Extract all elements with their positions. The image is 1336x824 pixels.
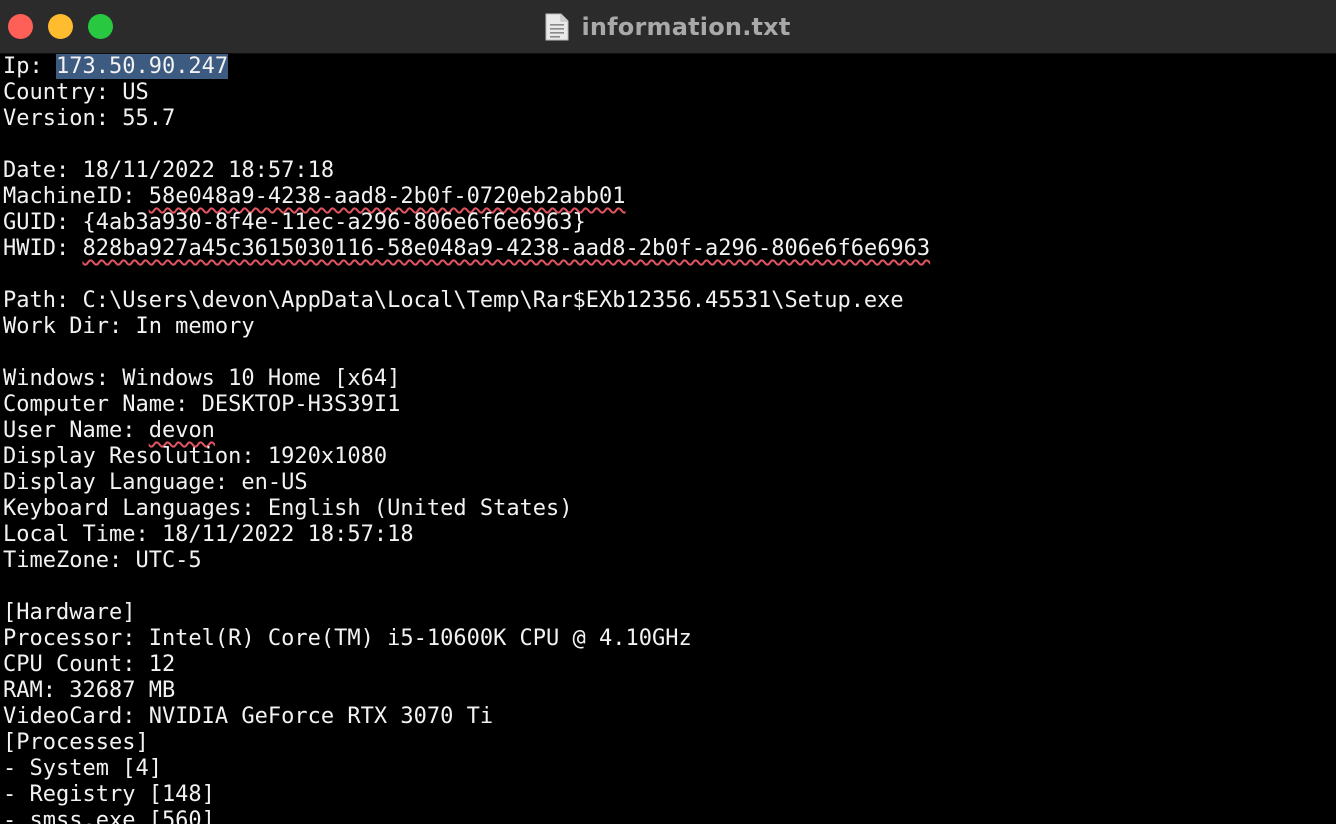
processor-line: Processor: Intel(R) Core(TM) i5-10600K C… bbox=[3, 626, 692, 651]
text-document-icon bbox=[545, 13, 569, 41]
hwid-line: HWID: 828ba927a45c3615030116-58e048a9-42… bbox=[3, 236, 1336, 262]
user-name-label: User Name: bbox=[3, 418, 149, 443]
hwid-value: 828ba927a45c3615030116-58e048a9-4238-aad… bbox=[82, 236, 931, 261]
window-title: information.txt bbox=[581, 13, 791, 41]
guid-line: GUID: {4ab3a930-8f4e-11ec-a296-806e6f6e6… bbox=[3, 210, 586, 235]
version-line: Version: 55.7 bbox=[3, 106, 176, 131]
processes-header: [Processes] bbox=[3, 730, 149, 755]
cpu-count-line: CPU Count: 12 bbox=[3, 652, 176, 677]
country-line: Country: US bbox=[3, 80, 149, 105]
machine-id-label: MachineID: bbox=[3, 184, 149, 209]
ram-line: RAM: 32687 MB bbox=[3, 678, 176, 703]
machine-id-line: MachineID: 58e048a9-4238-aad8-2b0f-0720e… bbox=[3, 184, 1336, 210]
display-resolution-line: Display Resolution: 1920x1080 bbox=[3, 444, 388, 469]
process-item: - System [4] bbox=[3, 756, 162, 781]
windows-line: Windows: Windows 10 Home [x64] bbox=[3, 366, 401, 391]
process-item: - Registry [148] bbox=[3, 782, 215, 807]
keyboard-languages-line: Keyboard Languages: English (United Stat… bbox=[3, 496, 573, 521]
date-line: Date: 18/11/2022 18:57:18 bbox=[3, 158, 335, 183]
videocard-line: VideoCard: NVIDIA GeForce RTX 3070 Ti bbox=[3, 704, 494, 729]
title-bar[interactable]: information.txt bbox=[0, 0, 1336, 54]
text-content-area[interactable]: Ip: 173.50.90.247 Country: US Version: 5… bbox=[0, 54, 1336, 824]
hwid-label: HWID: bbox=[3, 236, 83, 261]
text-editor-window: information.txt Ip: 173.50.90.247 Countr… bbox=[0, 0, 1336, 824]
local-time-line: Local Time: 18/11/2022 18:57:18 bbox=[3, 522, 414, 547]
ip-line: Ip: 173.50.90.247 bbox=[3, 54, 1336, 80]
machine-id-value: 58e048a9-4238-aad8-2b0f-0720eb2abb01 bbox=[148, 184, 626, 209]
timezone-line: TimeZone: UTC-5 bbox=[3, 548, 202, 573]
work-dir-line: Work Dir: In memory bbox=[3, 314, 255, 339]
window-title-group: information.txt bbox=[0, 0, 1336, 54]
hardware-header: [Hardware] bbox=[3, 600, 136, 625]
selected-ip-address[interactable]: 173.50.90.247 bbox=[55, 54, 229, 79]
path-line: Path: C:\Users\devon\AppData\Local\Temp\… bbox=[3, 288, 904, 313]
computer-name-line: Computer Name: DESKTOP-H3S39I1 bbox=[3, 392, 401, 417]
display-language-line: Display Language: en-US bbox=[3, 470, 308, 495]
process-item: - smss.exe [560] bbox=[3, 808, 215, 824]
user-name-line: User Name: devon bbox=[3, 418, 1336, 444]
ip-label: Ip: bbox=[3, 54, 56, 79]
user-name-value: devon bbox=[148, 418, 215, 443]
